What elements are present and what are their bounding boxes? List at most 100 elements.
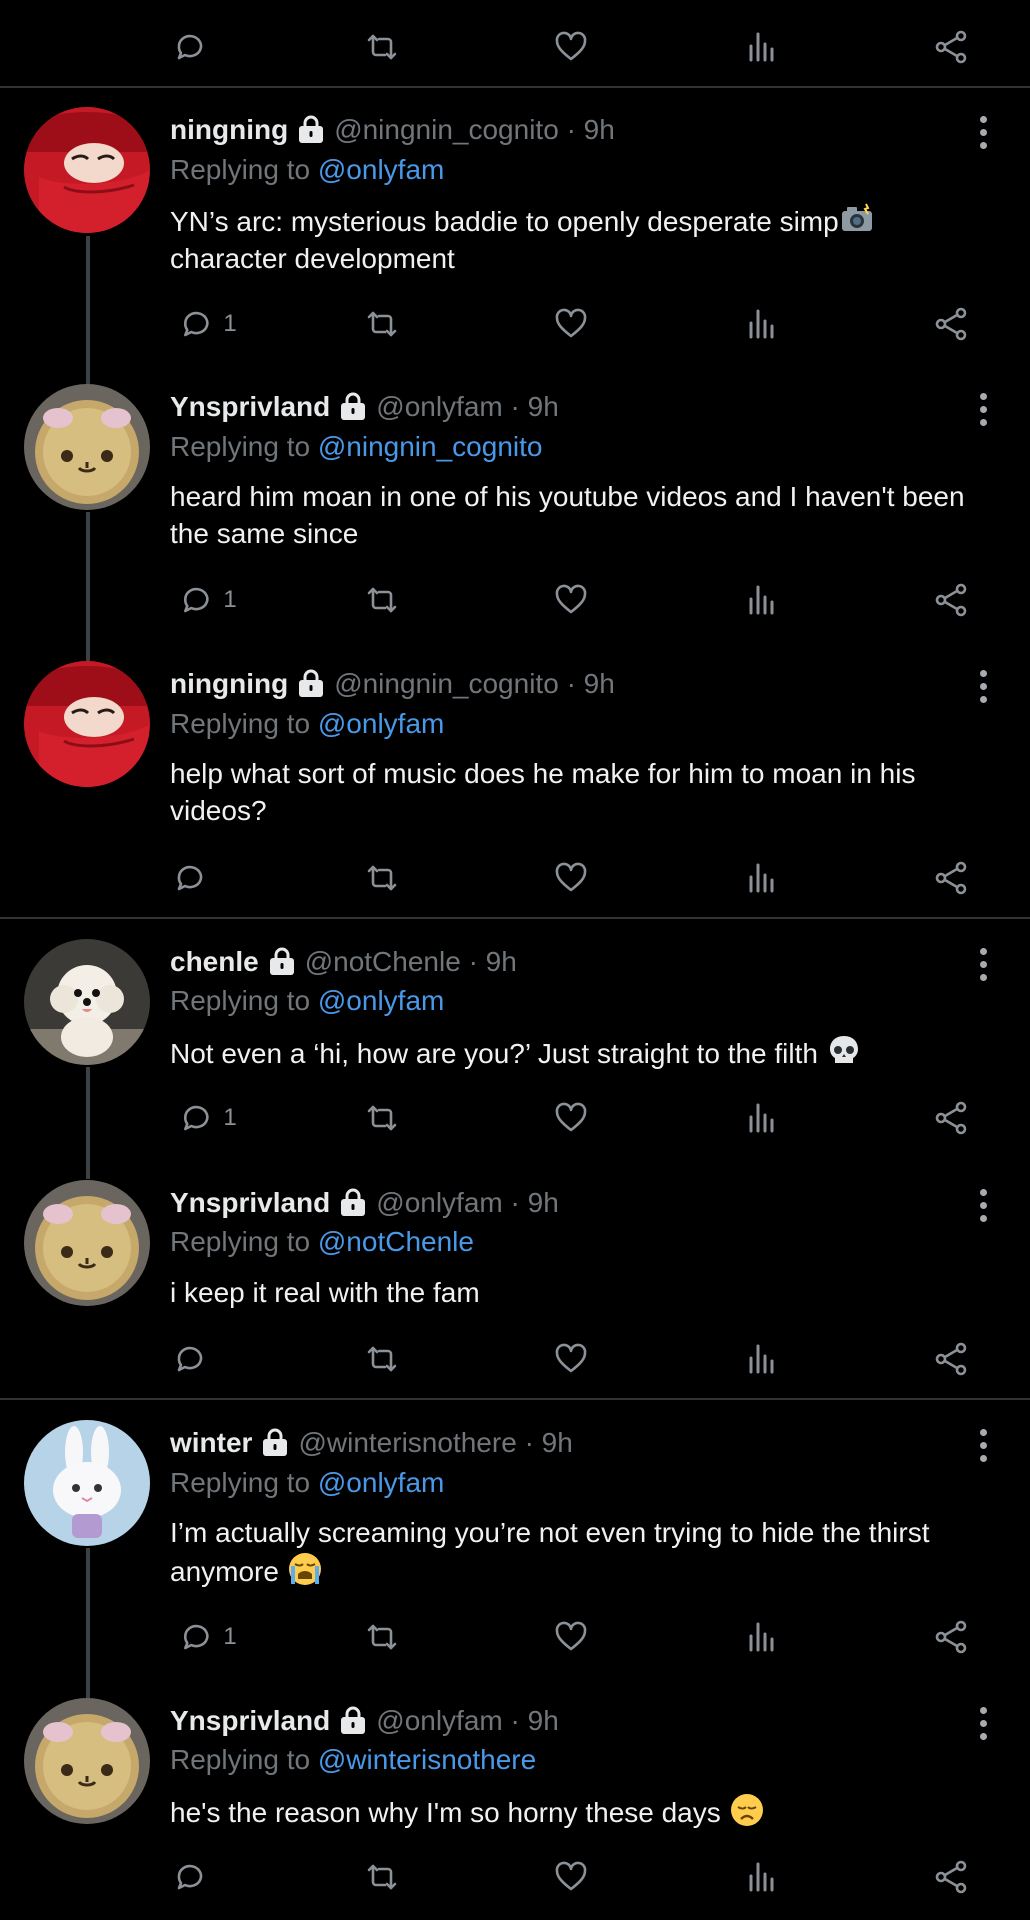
- heart-icon: [552, 1340, 590, 1378]
- like-button[interactable]: [552, 859, 590, 897]
- retweet-icon: [363, 28, 401, 66]
- like-button[interactable]: [552, 1099, 590, 1137]
- share-icon: [932, 28, 970, 66]
- reply-button[interactable]: 1: [177, 305, 237, 343]
- analytics-button[interactable]: [742, 581, 780, 619]
- mention-link[interactable]: @onlyfam: [318, 1467, 444, 1498]
- more-options-button[interactable]: [980, 948, 990, 987]
- loudly-crying-face-icon: [287, 1551, 323, 1587]
- more-options-button[interactable]: [980, 1707, 990, 1746]
- analytics-button[interactable]: [742, 1340, 780, 1378]
- handle[interactable]: @onlyfam: [376, 1184, 502, 1222]
- reply-button[interactable]: 1: [177, 1618, 237, 1656]
- timestamp: · 9h: [524, 1427, 573, 1458]
- reply-icon: [177, 305, 215, 343]
- share-button[interactable]: [932, 1099, 970, 1137]
- analytics-button[interactable]: [742, 1618, 780, 1656]
- display-name[interactable]: Ynsprivland: [170, 1702, 330, 1740]
- display-name[interactable]: chenle: [170, 943, 259, 981]
- reply-count: 1: [223, 586, 237, 613]
- tweet-header: winter @winterisnothere · 9h: [170, 1424, 573, 1462]
- retweet-icon: [363, 581, 401, 619]
- like-button[interactable]: [552, 28, 590, 66]
- display-name[interactable]: winter: [170, 1424, 252, 1462]
- tweet-action-bar: [0, 1834, 1030, 1920]
- reply-button[interactable]: [171, 1858, 209, 1896]
- avatar[interactable]: [24, 1698, 150, 1824]
- handle[interactable]: @winterisnothere: [298, 1424, 516, 1462]
- share-button[interactable]: [932, 28, 970, 66]
- like-button[interactable]: [552, 581, 590, 619]
- avatar[interactable]: [24, 1420, 150, 1546]
- handle[interactable]: @onlyfam: [376, 1702, 502, 1740]
- tweet-text: I’m actually screaming you’re not even t…: [170, 1517, 930, 1587]
- share-icon: [932, 1099, 970, 1137]
- handle[interactable]: @ningnin_cognito: [334, 111, 559, 149]
- more-options-button[interactable]: [980, 1429, 990, 1468]
- reply-button[interactable]: [171, 28, 209, 66]
- retweet-button[interactable]: [363, 1858, 401, 1896]
- retweet-button[interactable]: [363, 28, 401, 66]
- analytics-button[interactable]: [742, 1858, 780, 1896]
- display-name[interactable]: ningning: [170, 111, 288, 149]
- more-options-button[interactable]: [980, 393, 990, 432]
- mention-link[interactable]: @ningnin_cognito: [318, 431, 543, 462]
- reply-icon: [171, 28, 209, 66]
- avatar[interactable]: [24, 1180, 150, 1306]
- retweet-button[interactable]: [363, 305, 401, 343]
- retweet-button[interactable]: [363, 1618, 401, 1656]
- like-button[interactable]: [552, 1340, 590, 1378]
- handle[interactable]: @onlyfam: [376, 388, 502, 426]
- reply-button[interactable]: 1: [177, 581, 237, 619]
- retweet-icon: [363, 1340, 401, 1378]
- retweet-button[interactable]: [363, 1099, 401, 1137]
- reply-button[interactable]: [171, 859, 209, 897]
- bar-chart-icon: [742, 859, 780, 897]
- reply-button[interactable]: 1: [177, 1099, 237, 1137]
- timestamp: · 9h: [566, 114, 615, 145]
- share-button[interactable]: [932, 1618, 970, 1656]
- mention-link[interactable]: @onlyfam: [318, 154, 444, 185]
- handle[interactable]: @notChenle: [305, 943, 461, 981]
- tweet-text: help what sort of music does he make for…: [170, 758, 916, 826]
- share-button[interactable]: [932, 1858, 970, 1896]
- share-button[interactable]: [932, 859, 970, 897]
- reply-button[interactable]: [171, 1340, 209, 1378]
- reply-icon: [177, 581, 215, 619]
- handle[interactable]: @ningnin_cognito: [334, 665, 559, 703]
- retweet-icon: [363, 1618, 401, 1656]
- retweet-button[interactable]: [363, 1340, 401, 1378]
- display-name[interactable]: Ynsprivland: [170, 1184, 330, 1222]
- share-button[interactable]: [932, 305, 970, 343]
- display-name[interactable]: Ynsprivland: [170, 388, 330, 426]
- mention-link[interactable]: @notChenle: [318, 1226, 474, 1257]
- mention-link[interactable]: @onlyfam: [318, 985, 444, 1016]
- timestamp: · 9h: [566, 668, 615, 699]
- more-options-button[interactable]: [980, 1189, 990, 1228]
- analytics-button[interactable]: [742, 1099, 780, 1137]
- share-button[interactable]: [932, 581, 970, 619]
- tweet-header: ningning @ningnin_cognito · 9h: [170, 665, 615, 703]
- mention-link[interactable]: @winterisnothere: [318, 1744, 536, 1775]
- display-name[interactable]: ningning: [170, 665, 288, 703]
- heart-icon: [552, 305, 590, 343]
- share-button[interactable]: [932, 1340, 970, 1378]
- more-options-button[interactable]: [980, 116, 990, 155]
- mention-link[interactable]: @onlyfam: [318, 708, 444, 739]
- reply-icon: [171, 859, 209, 897]
- avatar[interactable]: [24, 384, 150, 510]
- reply-count: 1: [223, 1104, 237, 1131]
- retweet-button[interactable]: [363, 859, 401, 897]
- like-button[interactable]: [552, 1858, 590, 1896]
- more-options-button[interactable]: [980, 670, 990, 709]
- analytics-button[interactable]: [742, 859, 780, 897]
- avatar[interactable]: [24, 939, 150, 1065]
- analytics-button[interactable]: [742, 28, 780, 66]
- like-button[interactable]: [552, 1618, 590, 1656]
- tweet-text: Not even a ‘hi, how are you?’ Just strai…: [170, 1033, 1000, 1072]
- analytics-button[interactable]: [742, 305, 780, 343]
- avatar[interactable]: [24, 107, 150, 233]
- like-button[interactable]: [552, 305, 590, 343]
- avatar[interactable]: [24, 661, 150, 787]
- retweet-button[interactable]: [363, 581, 401, 619]
